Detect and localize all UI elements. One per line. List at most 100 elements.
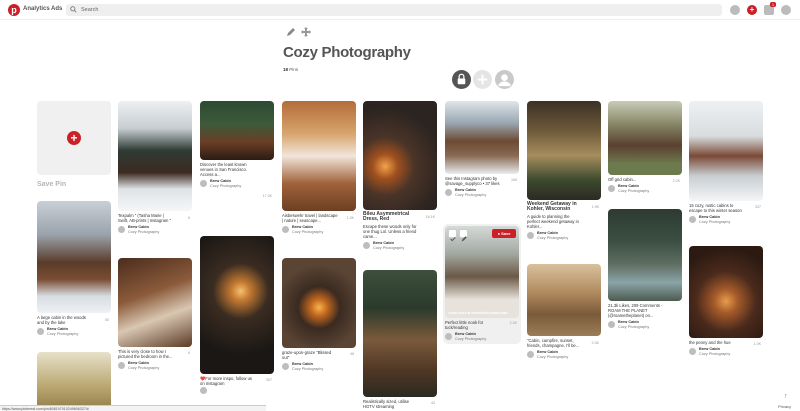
pinner-board: Cozy Photography xyxy=(210,183,242,188)
repin-count: 2.2K xyxy=(509,321,517,325)
pinner-info[interactable]: Brew Cabin Cozy Photography xyxy=(282,225,356,235)
save-pin-tile[interactable]: + xyxy=(37,101,111,175)
secret-board-lock-icon[interactable] xyxy=(452,70,471,89)
board-title: Cozy Photography xyxy=(283,44,411,61)
pinner-info[interactable]: Brew Cabin Cozy Photography xyxy=(282,362,356,372)
pin-image[interactable] xyxy=(118,258,192,347)
pin-image[interactable] xyxy=(527,101,601,200)
pin-caption: Aisbeswehr travel | landscape | nature |… xyxy=(282,213,338,223)
pinner-info[interactable]: Brew Cabin Cozy Photography xyxy=(608,320,682,330)
pinner-name: Brew Cabin xyxy=(292,225,313,229)
pin-image[interactable] xyxy=(608,209,682,301)
repin-count: 1.3K xyxy=(346,216,354,220)
search-input[interactable]: Search xyxy=(66,4,722,16)
avatar xyxy=(445,189,452,196)
repin-count: 1.0K xyxy=(753,342,761,346)
pin-image[interactable] xyxy=(445,101,519,174)
avatar xyxy=(608,185,615,192)
pinterest-logo-icon[interactable]: p xyxy=(8,4,20,16)
pin-caption: A large cabin in the woods and by the la… xyxy=(37,315,86,325)
privacy-link[interactable]: Privacy xyxy=(778,404,791,409)
pin-image[interactable] xyxy=(363,270,437,397)
pinner-name: Brew Cabin xyxy=(373,241,394,245)
avatar xyxy=(527,351,534,358)
pinner-info[interactable] xyxy=(200,386,274,396)
nav-ads-link[interactable]: Ads xyxy=(51,6,62,12)
profile-avatar-icon[interactable] xyxy=(781,5,791,15)
pinner-name: Brew Cabin xyxy=(455,332,476,336)
source-link[interactable]: Learn more at homesdiet.tumblr.com xyxy=(448,311,508,315)
invite-collaborator-icon[interactable] xyxy=(473,70,492,89)
pin-caption: graze-upon-graze "Blissed out" xyxy=(282,350,332,360)
pin-card-hovered[interactable]: ● Save Learn more at homesdiet.tumblr.co… xyxy=(443,224,521,344)
pinner-info[interactable]: Brew Cabin Cozy Photography xyxy=(118,361,192,371)
pin-image[interactable] xyxy=(200,236,274,374)
pinner-info[interactable]: Brew Cabin Cozy Photography xyxy=(608,184,682,194)
edit-icon[interactable] xyxy=(459,229,468,242)
pin-card[interactable]: the peony and the hue 1.0K Brew Cabin Coz… xyxy=(689,246,763,357)
pinner-name: Brew Cabin xyxy=(699,347,720,351)
pinner-board: Cozy Photography xyxy=(373,245,405,250)
pinner-info[interactable]: Brew Cabin Cozy Photography xyxy=(445,332,519,342)
pin-card[interactable]: Texpalm " (Tasha Marie | Swift, AB-print… xyxy=(118,101,192,235)
pin-image[interactable] xyxy=(118,101,192,211)
pin-caption: the peony and the hue xyxy=(689,340,731,345)
pin-image[interactable] xyxy=(282,101,356,211)
pin-image[interactable] xyxy=(37,201,111,313)
pinner-info[interactable]: Brew Cabin Cozy Photography xyxy=(200,179,274,189)
scroll-top-arrow-icon[interactable]: ↑ xyxy=(784,393,788,400)
pin-image[interactable] xyxy=(282,258,356,348)
pin-card[interactable]: Discover the least known venues in San F… xyxy=(200,101,274,198)
repin-count: 48 xyxy=(350,352,354,356)
pin-image[interactable] xyxy=(37,352,111,411)
pin-image[interactable] xyxy=(689,246,763,338)
avatar xyxy=(282,226,289,233)
pinner-info[interactable]: Brew Cabin Cozy Photography xyxy=(527,231,601,241)
pin-card[interactable]: Realistically sized, utilise HGTV stream… xyxy=(363,270,437,409)
board-owner-avatar[interactable] xyxy=(495,70,514,89)
pin-card[interactable]: 21.3k Likes, 209 Comments - ROAM THE PLA… xyxy=(608,209,682,330)
pin-card[interactable]: Bileu Asymmetrical Dress, Red 16.1K Esca… xyxy=(363,101,437,251)
pinner-info[interactable]: Brew Cabin Cozy Photography xyxy=(118,225,192,235)
pin-caption: Off grid cabin... xyxy=(608,177,637,182)
pin-caption: See this Instagram photo by @savage_supp… xyxy=(445,176,500,186)
nav-analytics-link[interactable]: Analytics xyxy=(23,6,50,12)
save-button[interactable]: ● Save xyxy=(492,229,516,238)
pin-card[interactable]: This is very close to how I pictured the… xyxy=(118,258,192,371)
repin-count: 1.9K xyxy=(591,205,599,209)
pin-card[interactable]: graze-upon-graze "Blissed out" 48 Brew C… xyxy=(282,258,356,372)
pin-image[interactable] xyxy=(608,101,682,175)
pin-card[interactable]: Aisbeswehr travel | landscape | nature |… xyxy=(282,101,356,235)
pin-count-label: Pins xyxy=(289,67,299,72)
avatar xyxy=(200,387,207,394)
checkmark-icon[interactable] xyxy=(448,229,457,242)
pin-card[interactable] xyxy=(37,352,111,411)
pin-image[interactable] xyxy=(527,264,601,336)
pinner-name: Brew Cabin xyxy=(47,327,68,331)
edit-pencil-icon[interactable] xyxy=(286,27,296,37)
add-pin-icon[interactable]: + xyxy=(747,5,757,15)
pinner-info[interactable]: Brew Cabin Cozy Photography xyxy=(363,241,437,251)
pinner-board: Cozy Photography xyxy=(537,354,569,359)
pin-card[interactable]: A large cabin in the woods and by the la… xyxy=(37,201,111,337)
pin-image[interactable] xyxy=(363,101,437,210)
pin-image[interactable]: ● Save Learn more at homesdiet.tumblr.co… xyxy=(445,226,519,318)
pin-card[interactable]: Weekend Getaway in Kohler, Wisconsin 1.9… xyxy=(527,101,601,241)
pinner-info[interactable]: Brew Cabin Cozy Photography xyxy=(37,327,111,337)
pin-image[interactable] xyxy=(689,101,763,201)
pinner-info[interactable]: Brew Cabin Cozy Photography xyxy=(445,188,519,198)
pinner-board: Cozy Photography xyxy=(292,366,324,371)
move-arrows-icon[interactable] xyxy=(301,27,311,37)
pin-card[interactable]: ❤️For more inspo, follow us on Instagram… xyxy=(200,236,274,396)
pinner-info[interactable]: Brew Cabin Cozy Photography xyxy=(689,215,763,225)
pinner-info[interactable]: Brew Cabin Cozy Photography xyxy=(689,347,763,357)
pin-card[interactable]: See this Instagram photo by @savage_supp… xyxy=(445,101,519,198)
pin-card[interactable]: Off grid cabin... 2.2K Brew Cabin Cozy Ph… xyxy=(608,101,682,194)
repin-count: 165 xyxy=(511,178,517,182)
compass-icon[interactable] xyxy=(730,5,740,15)
pin-card[interactable]: 15 cozy, rustic cabins to escape to this… xyxy=(689,101,763,225)
pin-card[interactable]: "Cabin, campfire, sunset, friends, champ… xyxy=(527,264,601,360)
pinner-info[interactable]: Brew Cabin Cozy Photography xyxy=(527,350,601,360)
pin-image[interactable] xyxy=(200,101,274,160)
pinner-board: Cozy Photography xyxy=(47,331,79,336)
